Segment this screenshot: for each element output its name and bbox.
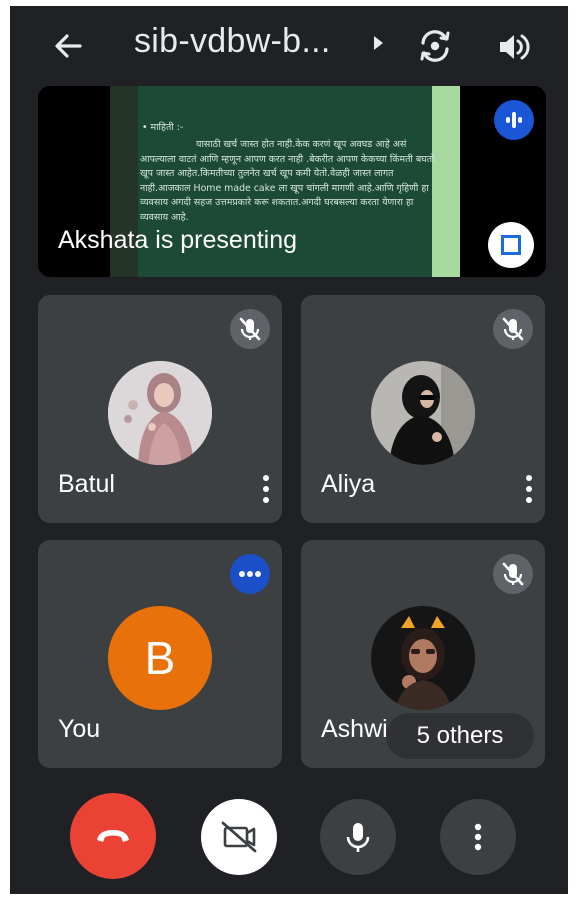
volume-icon[interactable] [494, 28, 532, 66]
mic-toggle-button[interactable] [320, 799, 396, 875]
arrow-back-icon[interactable] [52, 30, 84, 62]
meeting-title[interactable]: sib-vdbw-b... [134, 22, 331, 61]
meet-screen: sib-vdbw-b... • माहिती :- यासाठी खर्च जा… [10, 6, 568, 894]
avatar: B [108, 606, 212, 710]
switch-camera-icon[interactable] [415, 26, 455, 66]
speaking-indicator-icon [494, 100, 534, 140]
chevron-right-icon[interactable] [374, 36, 383, 50]
more-options-icon[interactable] [230, 554, 270, 594]
more-vert-icon[interactable] [262, 475, 270, 505]
more-vert-icon [474, 823, 482, 851]
videocam-off-icon [221, 821, 257, 853]
mic-off-icon [230, 309, 270, 349]
fullscreen-icon [501, 235, 511, 245]
avatar [371, 361, 475, 465]
mic-icon [346, 823, 370, 852]
mic-off-icon [493, 309, 533, 349]
participant-tile-self[interactable]: B You [38, 540, 282, 768]
participant-name: Batul [58, 470, 115, 498]
more-vert-icon[interactable] [525, 475, 533, 505]
mic-off-icon [493, 554, 533, 594]
camera-toggle-button[interactable] [201, 799, 277, 875]
slide-heading: • माहिती :- [142, 122, 184, 133]
avatar-initial: B [144, 632, 176, 684]
participant-tile[interactable]: Aliya [301, 295, 545, 523]
participant-name: Aliya [321, 470, 376, 498]
participant-tile[interactable]: Batul [38, 295, 282, 523]
presentation-tile[interactable]: • माहिती :- यासाठी खर्च जास्त होत नाही.क… [38, 86, 546, 277]
slide-text: यासाठी खर्च जास्त होत नाही.केक करणं खूप … [140, 139, 435, 223]
avatar [371, 606, 475, 710]
fullscreen-button[interactable] [488, 222, 534, 268]
presenting-label: Akshata is presenting [58, 226, 298, 254]
avatar [108, 361, 212, 465]
participant-name: You [58, 715, 101, 743]
others-button[interactable]: 5 others [386, 713, 534, 759]
end-call-button[interactable] [70, 793, 156, 879]
call-end-icon [97, 830, 129, 842]
participant-name: Ashwi [321, 715, 388, 743]
top-bar: sib-vdbw-b... [10, 6, 568, 86]
more-options-button[interactable] [440, 799, 516, 875]
